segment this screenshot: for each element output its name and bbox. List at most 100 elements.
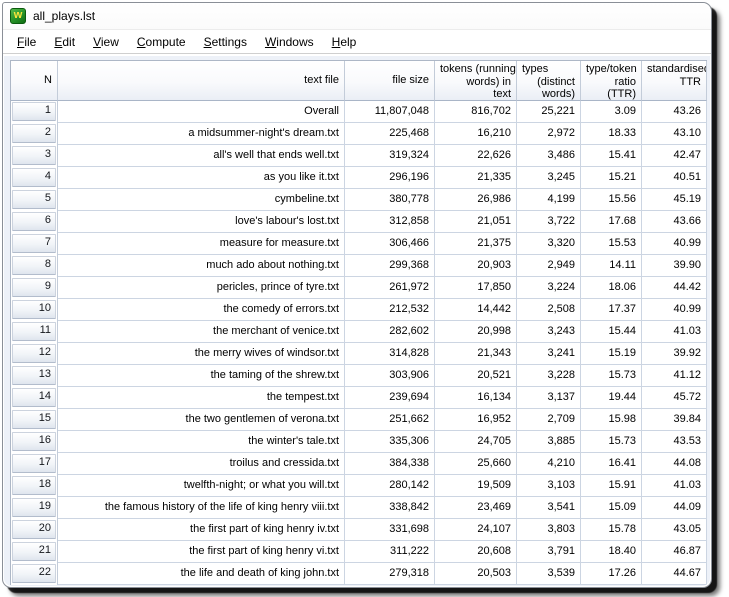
cell-text-file[interactable]: the comedy of errors.txt [58,299,345,321]
cell-text-file[interactable]: the winter's tale.txt [58,431,345,453]
table-row[interactable]: 20the first part of king henry iv.txt331… [11,519,707,541]
cell-std-ttr[interactable]: 44.67 [642,563,707,585]
row-number-cell[interactable]: 10 [11,299,58,321]
menu-item-file[interactable]: File [8,32,45,52]
cell-tokens[interactable]: 20,521 [435,365,517,387]
cell-text-file[interactable]: as you like it.txt [58,167,345,189]
cell-text-file[interactable]: the first part of king henry iv.txt [58,519,345,541]
cell-std-ttr[interactable]: 39.84 [642,409,707,431]
cell-types[interactable]: 2,709 [517,409,581,431]
cell-tokens[interactable]: 16,134 [435,387,517,409]
cell-std-ttr[interactable]: 40.51 [642,167,707,189]
cell-types[interactable]: 2,508 [517,299,581,321]
cell-text-file[interactable]: the famous history of the life of king h… [58,497,345,519]
cell-text-file[interactable]: troilus and cressida.txt [58,453,345,475]
cell-text-file[interactable]: cymbeline.txt [58,189,345,211]
cell-ttr[interactable]: 15.98 [581,409,642,431]
cell-ttr[interactable]: 15.21 [581,167,642,189]
cell-ttr[interactable]: 15.53 [581,233,642,255]
column-header-std-ttr[interactable]: standardisedTTR [642,61,707,101]
cell-ttr[interactable]: 15.91 [581,475,642,497]
row-number-cell[interactable]: 19 [11,497,58,519]
cell-std-ttr[interactable]: 39.92 [642,343,707,365]
cell-std-ttr[interactable]: 44.42 [642,277,707,299]
row-number-cell[interactable]: 6 [11,211,58,233]
table-row[interactable]: 3all's well that ends well.txt319,32422,… [11,145,707,167]
cell-std-ttr[interactable]: 39.90 [642,255,707,277]
table-row[interactable]: 11the merchant of venice.txt282,60220,99… [11,321,707,343]
cell-text-file[interactable]: a midsummer-night's dream.txt [58,123,345,145]
cell-tokens[interactable]: 20,608 [435,541,517,563]
cell-std-ttr[interactable]: 42.47 [642,145,707,167]
row-number-cell[interactable]: 18 [11,475,58,497]
cell-file-size[interactable]: 282,602 [345,321,435,343]
cell-file-size[interactable]: 311,222 [345,541,435,563]
column-header-ttr[interactable]: type/tokenratio(TTR) [581,61,642,101]
cell-std-ttr[interactable]: 45.72 [642,387,707,409]
cell-std-ttr[interactable]: 43.66 [642,211,707,233]
cell-ttr[interactable]: 17.37 [581,299,642,321]
cell-file-size[interactable]: 11,807,048 [345,101,435,123]
row-number-cell[interactable]: 20 [11,519,58,541]
cell-text-file[interactable]: the life and death of king john.txt [58,563,345,585]
column-header-types[interactable]: types(distinctwords) [517,61,581,101]
cell-tokens[interactable]: 23,469 [435,497,517,519]
cell-tokens[interactable]: 24,705 [435,431,517,453]
cell-std-ttr[interactable]: 46.87 [642,541,707,563]
cell-tokens[interactable]: 20,503 [435,563,517,585]
table-row[interactable]: 14the tempest.txt239,69416,1343,13719.44… [11,387,707,409]
cell-types[interactable]: 3,245 [517,167,581,189]
table-row[interactable]: 2a midsummer-night's dream.txt225,46816,… [11,123,707,145]
cell-file-size[interactable]: 384,338 [345,453,435,475]
cell-file-size[interactable]: 306,466 [345,233,435,255]
cell-ttr[interactable]: 15.78 [581,519,642,541]
cell-types[interactable]: 2,949 [517,255,581,277]
cell-file-size[interactable]: 261,972 [345,277,435,299]
cell-text-file[interactable]: the merry wives of windsor.txt [58,343,345,365]
cell-file-size[interactable]: 303,906 [345,365,435,387]
table-row[interactable]: 16the winter's tale.txt335,30624,7053,88… [11,431,707,453]
menu-item-edit[interactable]: Edit [45,32,84,52]
cell-tokens[interactable]: 22,626 [435,145,517,167]
cell-types[interactable]: 3,320 [517,233,581,255]
table-row[interactable]: 4as you like it.txt296,19621,3353,24515.… [11,167,707,189]
cell-text-file[interactable]: the two gentlemen of verona.txt [58,409,345,431]
column-header-tokens[interactable]: tokens (runningwords) intext [435,61,517,101]
cell-file-size[interactable]: 319,324 [345,145,435,167]
table-row[interactable]: 15the two gentlemen of verona.txt251,662… [11,409,707,431]
cell-text-file[interactable]: pericles, prince of tyre.txt [58,277,345,299]
cell-std-ttr[interactable]: 40.99 [642,233,707,255]
cell-std-ttr[interactable]: 43.10 [642,123,707,145]
cell-text-file[interactable]: twelfth-night; or what you will.txt [58,475,345,497]
cell-types[interactable]: 3,803 [517,519,581,541]
cell-types[interactable]: 2,972 [517,123,581,145]
cell-std-ttr[interactable]: 41.12 [642,365,707,387]
table-row[interactable]: 17troilus and cressida.txt384,33825,6604… [11,453,707,475]
row-number-cell[interactable]: 5 [11,189,58,211]
cell-types[interactable]: 3,486 [517,145,581,167]
cell-file-size[interactable]: 299,368 [345,255,435,277]
table-row[interactable]: 8much ado about nothing.txt299,36820,903… [11,255,707,277]
cell-std-ttr[interactable]: 43.53 [642,431,707,453]
row-number-cell[interactable]: 11 [11,321,58,343]
cell-std-ttr[interactable]: 43.05 [642,519,707,541]
cell-tokens[interactable]: 816,702 [435,101,517,123]
row-number-cell[interactable]: 7 [11,233,58,255]
cell-std-ttr[interactable]: 45.19 [642,189,707,211]
cell-ttr[interactable]: 15.73 [581,431,642,453]
cell-ttr[interactable]: 17.26 [581,563,642,585]
table-row[interactable]: 1Overall11,807,048816,70225,2213.0943.26 [11,101,707,123]
column-header-text-file[interactable]: text file [58,61,345,101]
cell-tokens[interactable]: 21,343 [435,343,517,365]
cell-std-ttr[interactable]: 41.03 [642,475,707,497]
cell-text-file[interactable]: the first part of king henry vi.txt [58,541,345,563]
cell-ttr[interactable]: 15.09 [581,497,642,519]
cell-file-size[interactable]: 251,662 [345,409,435,431]
column-header-file-size[interactable]: file size [345,61,435,101]
table-row[interactable]: 6love's labour's lost.txt312,85821,0513,… [11,211,707,233]
cell-types[interactable]: 4,210 [517,453,581,475]
cell-ttr[interactable]: 15.73 [581,365,642,387]
cell-types[interactable]: 3,241 [517,343,581,365]
cell-tokens[interactable]: 20,998 [435,321,517,343]
cell-file-size[interactable]: 312,858 [345,211,435,233]
